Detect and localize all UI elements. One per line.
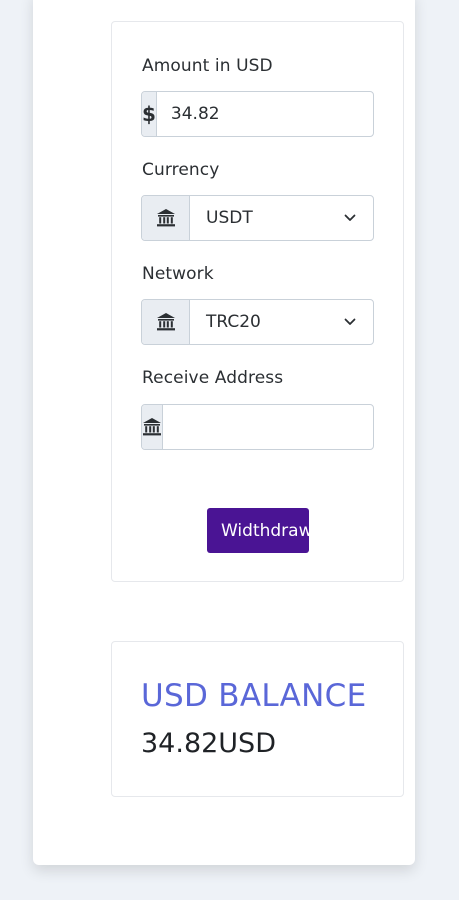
currency-input-group: USDT	[141, 195, 374, 241]
bank-icon	[142, 405, 163, 449]
withdraw-form-card: Amount in USD $ Currency USDT	[111, 21, 404, 582]
chevron-down-icon	[344, 214, 356, 221]
network-select[interactable]: TRC20	[190, 300, 373, 344]
main-card: Amount in USD $ Currency USDT	[33, 0, 415, 865]
network-label: Network	[142, 264, 214, 284]
chevron-down-icon	[344, 318, 356, 325]
bank-icon	[142, 300, 190, 344]
currency-select[interactable]: USDT	[190, 196, 373, 240]
receive-address-input[interactable]	[163, 405, 373, 449]
currency-label: Currency	[142, 160, 220, 180]
amount-input[interactable]	[156, 92, 373, 136]
balance-card: USD BALANCE 34.82USD	[111, 641, 404, 797]
bank-icon-graphic	[156, 209, 175, 227]
currency-selected-value: USDT	[206, 208, 253, 228]
balance-title: USD BALANCE	[141, 678, 367, 714]
network-selected-value: TRC20	[206, 312, 261, 332]
network-input-group: TRC20	[141, 299, 374, 345]
amount-input-group: $	[141, 91, 374, 137]
bank-icon-graphic	[156, 313, 175, 331]
receive-address-label: Receive Address	[142, 368, 284, 388]
dollar-addon: $	[142, 92, 157, 136]
bank-icon	[142, 196, 190, 240]
receive-address-input-group	[141, 404, 374, 450]
bank-icon-graphic	[143, 418, 161, 436]
withdraw-button[interactable]: Widthdraw	[207, 508, 309, 553]
balance-value: 34.82USD	[141, 728, 276, 759]
amount-label: Amount in USD	[142, 56, 273, 76]
